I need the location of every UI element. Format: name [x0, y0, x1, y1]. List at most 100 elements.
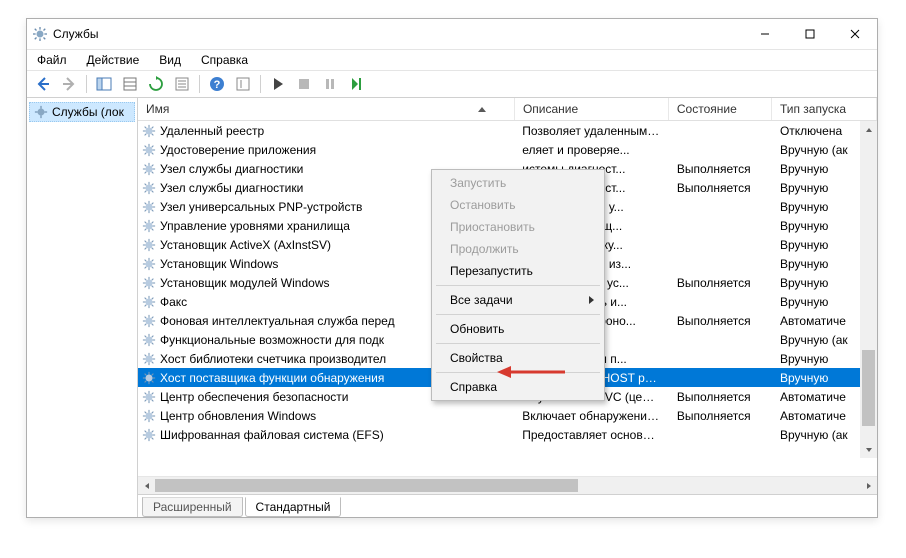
- horizontal-scrollbar[interactable]: [138, 476, 877, 494]
- gear-icon: [142, 124, 156, 138]
- close-button[interactable]: [832, 19, 877, 49]
- minimize-button[interactable]: [742, 19, 787, 49]
- service-name: Установщик ActiveX (AxInstSV): [160, 238, 331, 252]
- service-name: Управление уровнями хранилища: [160, 219, 350, 233]
- context-menu-all-tasks[interactable]: Все задачи: [434, 289, 602, 311]
- gear-icon: [142, 352, 156, 366]
- context-menu-separator: [436, 343, 600, 344]
- gear-icon: [142, 143, 156, 157]
- gear-icon: [142, 295, 156, 309]
- context-menu-resume[interactable]: Продолжить: [434, 238, 602, 260]
- service-name: Центр обновления Windows: [160, 409, 316, 423]
- gear-icon: [142, 219, 156, 233]
- context-menu-start[interactable]: Запустить: [434, 172, 602, 194]
- gear-icon: [142, 409, 156, 423]
- service-name: Удостоверение приложения: [160, 143, 316, 157]
- context-menu-separator: [436, 285, 600, 286]
- service-name: Шифрованная файловая система (EFS): [160, 428, 384, 442]
- service-row[interactable]: Центр обновления WindowsВключает обнаруж…: [138, 406, 877, 425]
- service-name: Узел универсальных PNP-устройств: [160, 200, 362, 214]
- scroll-thumb[interactable]: [862, 350, 875, 426]
- context-menu-properties[interactable]: Свойства: [434, 347, 602, 369]
- tab-standard[interactable]: Стандартный: [245, 497, 342, 517]
- service-description: Предоставляет основну...: [514, 428, 669, 442]
- show-hide-tree-button[interactable]: [92, 72, 116, 96]
- gear-icon: [142, 333, 156, 347]
- menu-bar: Файл Действие Вид Справка: [27, 50, 877, 71]
- gear-icon: [34, 105, 48, 119]
- gear-icon: [142, 200, 156, 214]
- service-row[interactable]: Удаленный реестр Позволяет удаленным п...…: [138, 121, 877, 140]
- context-menu-pause[interactable]: Приостановить: [434, 216, 602, 238]
- column-header-state[interactable]: Состояние: [669, 98, 772, 120]
- context-menu-stop[interactable]: Остановить: [434, 194, 602, 216]
- tree-item-services-local[interactable]: Службы (лок: [29, 102, 135, 122]
- gear-icon: [142, 162, 156, 176]
- menu-view[interactable]: Вид: [155, 52, 185, 68]
- service-name: Функциональные возможности для подк: [160, 333, 384, 347]
- gear-icon: [142, 181, 156, 195]
- vertical-scrollbar[interactable]: [860, 121, 877, 458]
- service-name: Установщик Windows: [160, 257, 278, 271]
- service-name: Установщик модулей Windows: [160, 276, 329, 290]
- restart-service-button[interactable]: [344, 72, 368, 96]
- services-app-icon: [33, 27, 47, 41]
- column-header-name[interactable]: Имя: [138, 98, 515, 120]
- scroll-up-arrow[interactable]: [860, 121, 877, 138]
- context-menu-separator: [436, 314, 600, 315]
- forward-button[interactable]: [57, 72, 81, 96]
- column-header-description[interactable]: Описание: [515, 98, 669, 120]
- hscroll-thumb[interactable]: [155, 479, 578, 492]
- gear-icon: [142, 428, 156, 442]
- services-window: Службы Файл Действие Вид Справка ?: [26, 18, 878, 518]
- action-help-button[interactable]: [231, 72, 255, 96]
- stop-service-button[interactable]: [292, 72, 316, 96]
- service-name: Центр обеспечения безопасности: [160, 390, 349, 404]
- gear-icon: [142, 257, 156, 271]
- service-row[interactable]: Удостоверение приложенияеляет и проверяе…: [138, 140, 877, 159]
- service-name: Хост поставщика функции обнаружения: [160, 371, 384, 385]
- context-menu-help[interactable]: Справка: [434, 376, 602, 398]
- pause-service-button[interactable]: [318, 72, 342, 96]
- back-button[interactable]: [31, 72, 55, 96]
- service-state: Выполняется: [669, 409, 772, 423]
- gear-icon: [142, 390, 156, 404]
- service-state: Выполняется: [669, 181, 772, 195]
- tree-item-label: Службы (лок: [52, 105, 124, 119]
- menu-file[interactable]: Файл: [33, 52, 71, 68]
- context-menu-refresh[interactable]: Обновить: [434, 318, 602, 340]
- service-name: Узел службы диагностики: [160, 162, 303, 176]
- service-state: Выполняется: [669, 162, 772, 176]
- service-name: Удаленный реестр: [160, 124, 264, 138]
- service-state: Выполняется: [669, 276, 772, 290]
- submenu-arrow-icon: [589, 296, 594, 304]
- scroll-down-arrow[interactable]: [860, 441, 877, 458]
- help-button[interactable]: ?: [205, 72, 229, 96]
- scroll-right-arrow[interactable]: [860, 477, 877, 494]
- service-row[interactable]: Шифрованная файловая система (EFS) Предос…: [138, 425, 877, 444]
- service-name: Узел службы диагностики: [160, 181, 303, 195]
- title-bar: Службы: [27, 19, 877, 50]
- menu-action[interactable]: Действие: [83, 52, 144, 68]
- toolbar: ?: [27, 71, 877, 98]
- gear-icon: [142, 276, 156, 290]
- export-list-button[interactable]: [118, 72, 142, 96]
- service-state: Выполняется: [669, 314, 772, 328]
- service-name: Факс: [160, 295, 187, 309]
- column-header-start-type[interactable]: Тип запуска: [772, 98, 877, 120]
- scroll-left-arrow[interactable]: [138, 477, 155, 494]
- gear-icon: [142, 314, 156, 328]
- service-name: Хост библиотеки счетчика производител: [160, 352, 386, 366]
- service-description: Позволяет удаленным п...: [514, 124, 669, 138]
- tab-extended[interactable]: Расширенный: [142, 497, 243, 517]
- maximize-button[interactable]: [787, 19, 832, 49]
- service-name: Фоновая интеллектуальная служба перед: [160, 314, 395, 328]
- tree-pane: Службы (лок: [27, 98, 138, 517]
- gear-icon: [142, 371, 156, 385]
- menu-help[interactable]: Справка: [197, 52, 252, 68]
- start-service-button[interactable]: [266, 72, 290, 96]
- bottom-tabs: Расширенный Стандартный: [138, 494, 877, 517]
- properties-button[interactable]: [170, 72, 194, 96]
- context-menu-restart[interactable]: Перезапустить: [434, 260, 602, 282]
- refresh-button[interactable]: [144, 72, 168, 96]
